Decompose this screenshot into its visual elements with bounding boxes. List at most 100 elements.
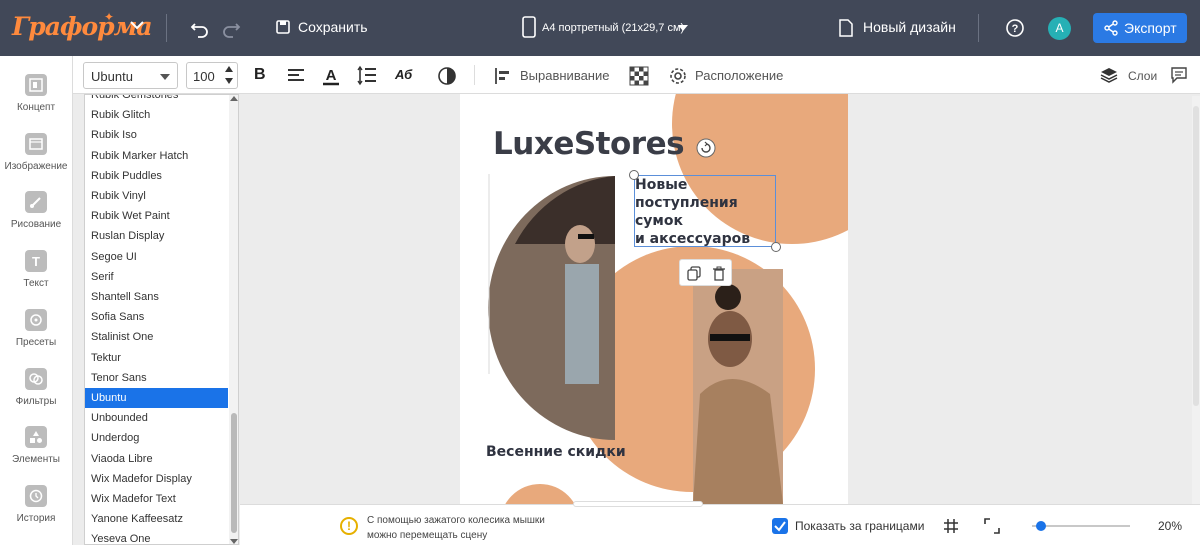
sidebar-item-presets[interactable]: Пресеты	[0, 309, 72, 367]
new-design-button[interactable]: Новый дизайн	[863, 19, 956, 35]
font-option[interactable]: Yanone Kaffeesatz	[85, 509, 228, 529]
redo-icon[interactable]	[220, 16, 242, 38]
design-page[interactable]: LuxeStores Новые поступления сумок и акс…	[460, 94, 848, 504]
sidebar-item-image[interactable]: Изображение	[0, 133, 72, 191]
undo-icon[interactable]	[189, 16, 211, 38]
canvas-area[interactable]: LuxeStores Новые поступления сумок и акс…	[240, 94, 1200, 504]
font-option[interactable]: Rubik Vinyl	[85, 186, 228, 206]
sidebar-item-drawing[interactable]: Рисование	[0, 191, 72, 249]
fullscreen-icon[interactable]	[983, 517, 1001, 535]
show-outside-checkbox[interactable]	[772, 518, 788, 534]
sidebar-item-elements[interactable]: Элементы	[0, 426, 72, 484]
gear-icon[interactable]	[667, 65, 689, 87]
resize-handle[interactable]	[629, 170, 639, 180]
layers-button[interactable]: Слои	[1128, 69, 1157, 83]
font-option[interactable]: Rubik Puddles	[85, 166, 228, 186]
font-option[interactable]: Rubik Marker Hatch	[85, 146, 228, 166]
sidebar-item-filters[interactable]: Фильтры	[0, 368, 72, 426]
zoom-slider[interactable]	[1032, 525, 1130, 527]
line-height-icon[interactable]	[356, 65, 378, 87]
decrement-icon[interactable]	[225, 78, 233, 84]
font-size-stepper[interactable]: 100	[186, 62, 238, 89]
layers-icon[interactable]	[1100, 66, 1118, 84]
font-option[interactable]: Segoe UI	[85, 247, 228, 267]
align-icon[interactable]	[492, 65, 514, 87]
sidebar-item-history[interactable]: История	[0, 485, 72, 543]
opacity-icon[interactable]	[436, 65, 458, 87]
zoom-slider-thumb[interactable]	[1036, 521, 1046, 531]
dropdown-scrollbar[interactable]	[229, 95, 238, 544]
font-option[interactable]: Rubik Gemstones	[85, 95, 228, 105]
trash-icon[interactable]	[711, 265, 727, 281]
save-button[interactable]: Сохранить	[298, 19, 368, 35]
transparency-checker-icon[interactable]	[628, 65, 650, 87]
selection-box[interactable]	[634, 175, 776, 247]
sidebar-item-concept[interactable]: Концепт	[0, 74, 72, 132]
font-option[interactable]: Ubuntu	[85, 388, 228, 408]
align-button[interactable]: Выравнивание	[520, 68, 609, 83]
font-option[interactable]: Stalinist One	[85, 327, 228, 347]
show-outside-label: Показать за границами	[795, 519, 925, 533]
font-option[interactable]: Wix Madefor Display	[85, 469, 228, 489]
caret-down-icon	[160, 74, 170, 80]
scroll-down-icon[interactable]	[230, 539, 238, 544]
font-option[interactable]: Tektur	[85, 348, 228, 368]
resize-handle[interactable]	[771, 242, 781, 252]
svg-text:T: T	[32, 254, 40, 269]
format-caret-down-icon[interactable]	[677, 24, 689, 32]
grid-icon[interactable]	[943, 518, 959, 534]
sidebar-item-label: Концепт	[16, 102, 56, 113]
font-option[interactable]: Rubik Glitch	[85, 105, 228, 125]
sidebar-item-label: Рисование	[10, 219, 62, 230]
brush-icon	[25, 191, 47, 213]
filters-icon	[25, 368, 47, 390]
text-align-icon[interactable]	[285, 65, 307, 87]
avatar[interactable]: A	[1048, 17, 1071, 40]
brand-title[interactable]: LuxeStores	[493, 126, 685, 162]
help-icon[interactable]: ?	[1005, 18, 1025, 38]
bold-button[interactable]: B	[254, 66, 266, 84]
sidebar-item-text[interactable]: T Текст	[0, 250, 72, 308]
font-option[interactable]: Serif	[85, 267, 228, 287]
page-format-select[interactable]: А4 портретный (21х29,7 см)	[542, 22, 684, 34]
duplicate-icon[interactable]	[686, 265, 702, 281]
scrollbar-thumb[interactable]	[1193, 106, 1199, 406]
export-button[interactable]: Экспорт	[1093, 13, 1187, 43]
hint-text: С помощью зажатого колесика мышки можно …	[367, 513, 545, 543]
font-option[interactable]: Wix Madefor Text	[85, 489, 228, 509]
check-icon	[774, 521, 786, 532]
menu-chevron-down-icon[interactable]	[127, 15, 147, 35]
font-option[interactable]: Unbounded	[85, 408, 228, 428]
font-option[interactable]: Ruslan Display	[85, 226, 228, 246]
font-size-value: 100	[193, 69, 215, 84]
font-family-select[interactable]: Ubuntu	[83, 62, 178, 89]
font-option[interactable]: Underdog	[85, 428, 228, 448]
warning-icon: !	[340, 517, 358, 535]
increment-icon[interactable]	[225, 66, 233, 72]
text-toolbar: Ubuntu 100 B A Аб Выравнивание Расположе…	[0, 56, 1200, 94]
font-option[interactable]: Rubik Wet Paint	[85, 206, 228, 226]
divider	[474, 65, 475, 85]
collapse-tab[interactable]	[573, 501, 703, 507]
image-icon	[25, 133, 47, 155]
font-option[interactable]: Viaoda Libre	[85, 449, 228, 469]
left-sidebar: Концепт Изображение Рисование T Текст Пр…	[0, 56, 73, 545]
sale-text[interactable]: Весенние скидки	[486, 444, 626, 460]
scrollbar-thumb[interactable]	[231, 413, 237, 533]
layout-button[interactable]: Расположение	[695, 68, 783, 83]
text-case-button[interactable]: Аб	[395, 67, 412, 82]
font-option[interactable]: Tenor Sans	[85, 368, 228, 388]
font-option[interactable]: Sofia Sans	[85, 307, 228, 327]
text-color-icon[interactable]: A	[320, 65, 342, 87]
sidebar-item-label: Текст	[23, 278, 49, 289]
scroll-up-icon[interactable]	[230, 96, 238, 101]
page-format-icon	[522, 16, 536, 38]
comment-icon[interactable]	[1170, 66, 1188, 84]
font-option[interactable]: Rubik Iso	[85, 125, 228, 145]
font-option[interactable]: Yeseva One	[85, 529, 228, 544]
font-option[interactable]: Shantell Sans	[85, 287, 228, 307]
canvas-scrollbar[interactable]	[1192, 96, 1200, 504]
rotate-handle-icon[interactable]	[696, 138, 716, 158]
logo-star-icon: ✦	[104, 10, 115, 24]
svg-text:?: ?	[1012, 23, 1019, 35]
